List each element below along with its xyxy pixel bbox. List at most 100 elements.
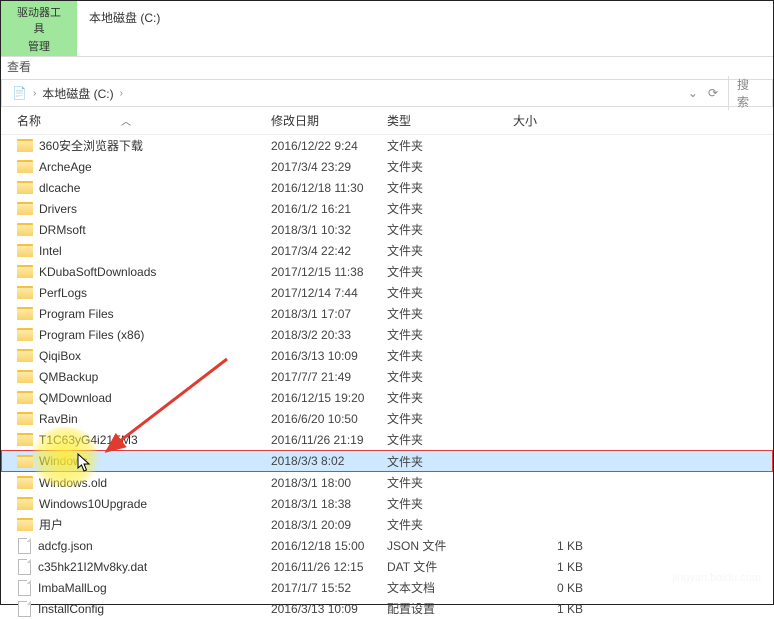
- file-name: InstallConfig: [38, 602, 104, 616]
- file-row[interactable]: 用户2018/3/1 20:09文件夹: [1, 514, 773, 535]
- file-name: QMDownload: [39, 391, 112, 405]
- search-placeholder: 搜索: [737, 76, 760, 110]
- file-type: 文件夹: [387, 221, 513, 238]
- folder-icon: [17, 518, 33, 531]
- file-row[interactable]: c35hk21I2Mv8ky.dat2016/11/26 12:15DAT 文件…: [1, 556, 773, 577]
- folder-icon: [17, 497, 33, 510]
- file-date: 2018/3/1 17:07: [271, 307, 387, 321]
- file-date: 2018/3/1 20:09: [271, 518, 387, 532]
- file-name: QMBackup: [39, 370, 98, 384]
- file-name: Windows: [39, 454, 88, 468]
- file-row[interactable]: Program Files (x86)2018/3/2 20:33文件夹: [1, 324, 773, 345]
- file-name: adcfg.json: [38, 539, 93, 553]
- file-name: ArcheAge: [39, 160, 92, 174]
- file-date: 2016/6/20 10:50: [271, 412, 387, 426]
- file-row[interactable]: dlcache 2016/12/18 11:30文件夹: [1, 177, 773, 198]
- file-row[interactable]: InstallConfig2016/3/13 10:09配置设置1 KB: [1, 598, 773, 619]
- file-row[interactable]: QMBackup 2017/7/7 21:49文件夹: [1, 366, 773, 387]
- file-date: 2016/3/13 10:09: [271, 602, 387, 616]
- file-date: 2017/3/4 23:29: [271, 160, 387, 174]
- file-date: 2017/12/15 11:38: [271, 265, 387, 279]
- file-date: 2016/12/18 15:00: [271, 539, 387, 553]
- folder-icon: [17, 412, 33, 425]
- file-type: 文件夹: [387, 137, 513, 154]
- file-name: dlcache: [39, 181, 80, 195]
- file-size: 1 KB: [513, 560, 613, 574]
- file-row[interactable]: PerfLogs2017/12/14 7:44文件夹: [1, 282, 773, 303]
- file-type: 文件夹: [387, 389, 513, 406]
- file-date: 2018/3/1 10:32: [271, 223, 387, 237]
- file-row[interactable]: Drivers2016/1/2 16:21文件夹: [1, 198, 773, 219]
- file-name: Program Files: [39, 307, 114, 321]
- file-icon: [18, 559, 31, 575]
- file-type: 文件夹: [387, 179, 513, 196]
- file-row[interactable]: RavBin 2016/6/20 10:50文件夹: [1, 408, 773, 429]
- file-row[interactable]: Program Files2018/3/1 17:07文件夹: [1, 303, 773, 324]
- file-row[interactable]: Windows.old2018/3/1 18:00文件夹: [1, 472, 773, 493]
- search-box[interactable]: 搜索: [728, 76, 768, 110]
- breadcrumb-root-icon[interactable]: 📄: [10, 86, 29, 100]
- file-row[interactable]: QMDownload2016/12/15 19:20文件夹: [1, 387, 773, 408]
- ribbon-tab-localdisk-label: 本地磁盘 (C:): [89, 9, 160, 26]
- refresh-icon[interactable]: ⟳: [704, 84, 722, 102]
- folder-icon: [17, 455, 33, 468]
- ribbon-tab-localdisk[interactable]: 本地磁盘 (C:): [77, 1, 172, 56]
- file-row-selected[interactable]: Windows2018/3/3 8:02文件夹: [1, 450, 773, 472]
- file-row[interactable]: adcfg.json 2016/12/18 15:00JSON 文件1 KB: [1, 535, 773, 556]
- file-date: 2017/7/7 21:49: [271, 370, 387, 384]
- column-header-name[interactable]: 名称 ︿: [17, 112, 271, 129]
- ribbon-tab-drive-tools[interactable]: 驱动器工具 管理: [1, 1, 77, 56]
- folder-icon: [17, 181, 33, 194]
- folder-icon: [17, 349, 33, 362]
- file-row[interactable]: T1C63yG4i21EM32016/11/26 21:19文件夹: [1, 429, 773, 450]
- file-type: 文件夹: [387, 158, 513, 175]
- file-date: 2017/1/7 15:52: [271, 581, 387, 595]
- ribbon-tab-line2: 管理: [13, 38, 65, 54]
- file-type: 文件夹: [387, 326, 513, 343]
- file-name: Windows.old: [39, 476, 107, 490]
- file-icon: [18, 580, 31, 596]
- address-bar[interactable]: 📄 › 本地磁盘 (C:) › ⌄ ⟳ 搜索: [1, 79, 773, 107]
- breadcrumb-item[interactable]: 本地磁盘 (C:): [40, 85, 115, 102]
- folder-icon: [17, 307, 33, 320]
- file-name: DRMsoft: [39, 223, 86, 237]
- file-row[interactable]: KDubaSoftDownloads2017/12/15 11:38文件夹: [1, 261, 773, 282]
- dropdown-icon[interactable]: ⌄: [684, 84, 702, 102]
- file-name: RavBin: [39, 412, 78, 426]
- file-type: DAT 文件: [387, 558, 513, 575]
- file-date: 2016/1/2 16:21: [271, 202, 387, 216]
- file-date: 2016/11/26 21:19: [271, 433, 387, 447]
- file-type: JSON 文件: [387, 537, 513, 554]
- file-type: 文件夹: [387, 516, 513, 533]
- chevron-right-icon[interactable]: ›: [29, 88, 40, 99]
- file-row[interactable]: 360安全浏览器下载2016/12/22 9:24文件夹: [1, 135, 773, 156]
- file-type: 配置设置: [387, 600, 513, 617]
- column-header-size[interactable]: 大小: [513, 112, 613, 129]
- file-name: Windows10Upgrade: [39, 497, 147, 511]
- file-date: 2018/3/1 18:38: [271, 497, 387, 511]
- file-list: 360安全浏览器下载2016/12/22 9:24文件夹 ArcheAge 2017…: [1, 135, 773, 619]
- file-date: 2018/3/3 8:02: [271, 454, 387, 468]
- toolbar-view-label[interactable]: 查看: [5, 58, 31, 75]
- file-row[interactable]: ArcheAge 2017/3/4 23:29文件夹: [1, 156, 773, 177]
- file-type: 文件夹: [387, 410, 513, 427]
- file-size: 1 KB: [513, 539, 613, 553]
- file-type: 文件夹: [387, 368, 513, 385]
- file-row[interactable]: DRMsoft 2018/3/1 10:32文件夹: [1, 219, 773, 240]
- column-header-type[interactable]: 类型: [387, 112, 513, 129]
- file-date: 2017/3/4 22:42: [271, 244, 387, 258]
- folder-icon: [17, 476, 33, 489]
- file-name: Intel: [39, 244, 62, 258]
- file-row[interactable]: QiqiBox2016/3/13 10:09文件夹: [1, 345, 773, 366]
- file-row[interactable]: ImbaMallLog2017/1/7 15:52文本文档0 KB: [1, 577, 773, 598]
- column-header-date[interactable]: 修改日期: [271, 112, 387, 129]
- file-row[interactable]: Intel2017/3/4 22:42文件夹: [1, 240, 773, 261]
- file-name: Drivers: [39, 202, 77, 216]
- folder-icon: [17, 328, 33, 341]
- ribbon-tab-line1: 驱动器工具: [13, 4, 65, 36]
- file-row[interactable]: Windows10Upgrade2018/3/1 18:38文件夹: [1, 493, 773, 514]
- file-date: 2016/12/18 11:30: [271, 181, 387, 195]
- chevron-right-icon[interactable]: ›: [116, 88, 127, 99]
- file-name: c35hk21I2Mv8ky.dat: [38, 560, 147, 574]
- file-date: 2018/3/2 20:33: [271, 328, 387, 342]
